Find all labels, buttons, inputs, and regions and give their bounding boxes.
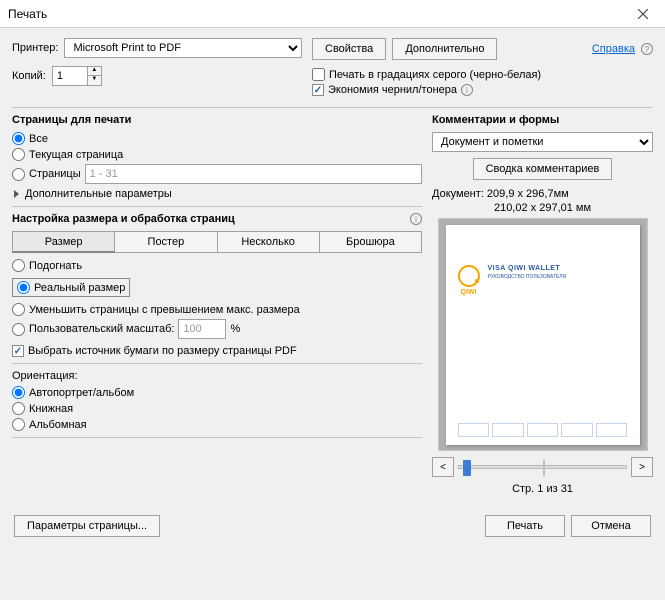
- tab-booklet[interactable]: Брошюра: [320, 231, 422, 253]
- doc-dims: Документ: 209,9 x 296,7мм: [432, 188, 653, 200]
- wallet-title: VISA QIWI WALLET: [488, 265, 567, 272]
- page-setup-button[interactable]: Параметры страницы...: [14, 515, 160, 537]
- preview-box: [458, 423, 490, 437]
- spin-up[interactable]: ▲: [87, 67, 101, 76]
- orientation-title: Ориентация:: [12, 370, 422, 382]
- qiwi-label: QIWI: [458, 289, 480, 296]
- advanced-button[interactable]: Дополнительно: [392, 38, 497, 60]
- titlebar: Печать: [0, 0, 665, 28]
- label-range: Страницы: [29, 168, 81, 180]
- radio-fit[interactable]: [12, 259, 25, 272]
- copies-label: Копий:: [12, 70, 46, 82]
- label-current: Текущая страница: [29, 149, 123, 161]
- radio-all[interactable]: [12, 132, 25, 145]
- label-shrink: Уменьшить страницы с превышением макс. р…: [29, 304, 300, 316]
- label-portrait: Книжная: [29, 403, 73, 415]
- paper-source-checkbox[interactable]: ✓: [12, 345, 24, 357]
- grayscale-checkbox[interactable]: [312, 68, 325, 81]
- printer-select[interactable]: Microsoft Print to PDF: [64, 38, 302, 58]
- paper-dims: 210,02 x 297,01 мм: [432, 202, 653, 214]
- label-custom: Пользовательский масштаб:: [29, 323, 174, 335]
- percent-label: %: [230, 323, 240, 335]
- custom-scale-input[interactable]: [178, 319, 226, 339]
- spin-down[interactable]: ▼: [87, 76, 101, 85]
- radio-shrink[interactable]: [12, 303, 25, 316]
- label-auto: Автопортрет/альбом: [29, 387, 134, 399]
- preview-box: [492, 423, 524, 437]
- summary-button[interactable]: Сводка комментариев: [473, 158, 613, 180]
- window-title: Печать: [8, 7, 47, 21]
- help-icon[interactable]: ?: [641, 43, 653, 55]
- preview-area: QIWI VISA QIWI WALLET РУКОВОДСТВО ПОЛЬЗО…: [438, 218, 648, 451]
- grayscale-label: Печать в градациях серого (черно-белая): [329, 69, 541, 81]
- sizing-title: Настройка размера и обработка страниц: [12, 213, 235, 225]
- pages-title: Страницы для печати: [12, 114, 422, 126]
- radio-portrait[interactable]: [12, 402, 25, 415]
- ink-label: Экономия чернил/тонера: [328, 84, 457, 96]
- radio-actual[interactable]: [17, 281, 30, 294]
- preview-box: [561, 423, 593, 437]
- prev-page-button[interactable]: <: [432, 457, 454, 477]
- copies-input[interactable]: [53, 67, 87, 85]
- properties-button[interactable]: Свойства: [312, 38, 386, 60]
- tab-size[interactable]: Размер: [12, 231, 115, 253]
- close-icon: [638, 9, 648, 19]
- preview-box: [596, 423, 628, 437]
- page-slider[interactable]: [458, 465, 627, 469]
- radio-landscape[interactable]: [12, 418, 25, 431]
- more-params[interactable]: Дополнительные параметры: [25, 188, 172, 200]
- ink-checkbox[interactable]: ✓: [312, 84, 324, 96]
- label-fit: Подогнать: [29, 260, 82, 272]
- page-indicator: Стр. 1 из 31: [432, 483, 653, 495]
- copies-spinner[interactable]: ▲▼: [52, 66, 102, 86]
- range-input[interactable]: [85, 164, 422, 184]
- ink-help-icon[interactable]: i: [461, 84, 473, 96]
- qiwi-logo-icon: [458, 265, 480, 287]
- label-landscape: Альбомная: [29, 419, 87, 431]
- comments-select[interactable]: Документ и пометки: [432, 132, 653, 152]
- slider-thumb[interactable]: [463, 460, 471, 476]
- expand-icon[interactable]: [14, 190, 19, 198]
- radio-custom[interactable]: [12, 323, 25, 336]
- wallet-sub: РУКОВОДСТВО ПОЛЬЗОВАТЕЛЯ: [488, 274, 567, 280]
- printer-label: Принтер:: [12, 42, 58, 54]
- print-button[interactable]: Печать: [485, 515, 565, 537]
- radio-range[interactable]: [12, 168, 25, 181]
- help-link[interactable]: Справка: [592, 43, 635, 55]
- preview-page: QIWI VISA QIWI WALLET РУКОВОДСТВО ПОЛЬЗО…: [446, 225, 640, 445]
- sizing-help-icon[interactable]: i: [410, 213, 422, 225]
- close-button[interactable]: [621, 0, 665, 28]
- comments-title: Комментарии и формы: [432, 114, 653, 126]
- label-actual: Реальный размер: [34, 282, 125, 294]
- preview-box: [527, 423, 559, 437]
- label-all: Все: [29, 133, 48, 145]
- paper-source-label: Выбрать источник бумаги по размеру стран…: [28, 345, 297, 357]
- radio-current[interactable]: [12, 148, 25, 161]
- cancel-button[interactable]: Отмена: [571, 515, 651, 537]
- tab-multiple[interactable]: Несколько: [218, 231, 320, 253]
- radio-auto[interactable]: [12, 386, 25, 399]
- tab-poster[interactable]: Постер: [115, 231, 217, 253]
- next-page-button[interactable]: >: [631, 457, 653, 477]
